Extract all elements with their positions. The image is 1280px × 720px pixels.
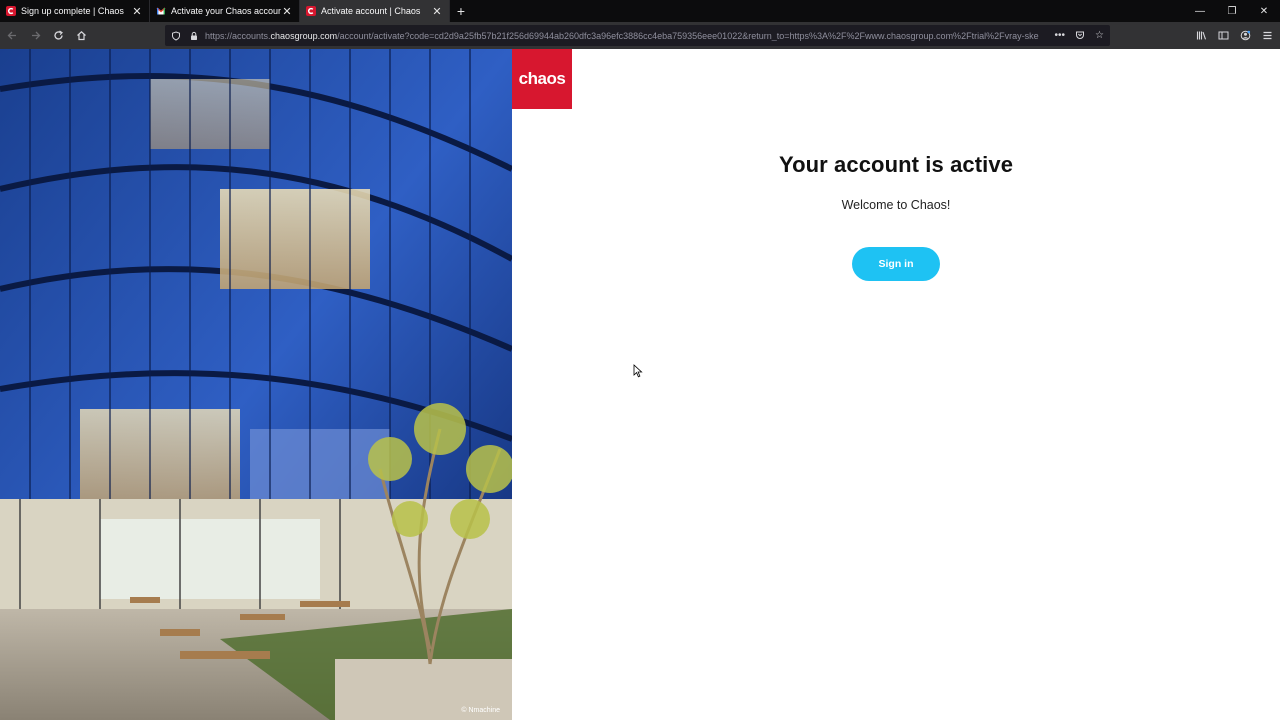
- new-tab-button[interactable]: +: [450, 0, 472, 22]
- chaos-favicon-icon: [6, 6, 16, 16]
- close-icon[interactable]: ✕: [131, 5, 143, 18]
- toolbar-right: [1192, 22, 1276, 49]
- reload-button[interactable]: [47, 25, 69, 47]
- arrow-right-icon: [31, 31, 40, 40]
- shield-icon[interactable]: [171, 30, 181, 41]
- account-button[interactable]: [1236, 27, 1254, 45]
- window-controls: — ❐ ✕: [1184, 0, 1280, 22]
- welcome-message: Welcome to Chaos!: [841, 198, 951, 212]
- home-button[interactable]: [70, 25, 92, 47]
- page-actions: ••• ☆: [1055, 30, 1104, 41]
- home-icon: [76, 30, 86, 41]
- browser-toolbar: https://accounts.chaosgroup.com/account/…: [0, 22, 1280, 49]
- library-icon: [1196, 31, 1206, 40]
- gmail-favicon-icon: [156, 7, 166, 15]
- building-illustration: [0, 49, 512, 720]
- activation-panel: Your account is active Welcome to Chaos!…: [512, 49, 1280, 720]
- sign-in-button[interactable]: Sign in: [852, 247, 940, 281]
- page-title: Your account is active: [778, 152, 1014, 177]
- lock-icon[interactable]: [189, 31, 199, 41]
- more-actions-icon[interactable]: •••: [1055, 30, 1066, 41]
- minimize-button[interactable]: —: [1184, 0, 1216, 22]
- account-icon: [1240, 30, 1250, 41]
- hamburger-menu-icon: [1263, 31, 1271, 40]
- tab-activate-email[interactable]: Activate your Chaos account ✕: [150, 0, 300, 22]
- url-path: /account/activate?code=cd2d9a25fb57b21f2…: [337, 30, 1039, 41]
- url-host: chaosgroup.com: [270, 30, 338, 41]
- tab-sign-up-complete[interactable]: Sign up complete | Chaos ✕: [0, 0, 150, 22]
- tab-title: Sign up complete | Chaos: [21, 6, 124, 16]
- url-bar[interactable]: https://accounts.chaosgroup.com/account/…: [165, 25, 1110, 46]
- url-prefix: https://accounts.: [205, 30, 271, 41]
- mouse-cursor-icon: [633, 364, 643, 378]
- tab-title: Activate your Chaos account: [171, 6, 281, 16]
- sidebar-button[interactable]: [1214, 27, 1232, 45]
- forward-button[interactable]: [24, 25, 46, 47]
- close-icon[interactable]: ✕: [431, 5, 443, 18]
- library-button[interactable]: [1192, 27, 1210, 45]
- restore-button[interactable]: ❐: [1216, 0, 1248, 22]
- url-text[interactable]: https://accounts.chaosgroup.com/account/…: [205, 31, 1055, 41]
- hero-image: © Nmachine: [0, 49, 512, 720]
- menu-button[interactable]: [1258, 27, 1276, 45]
- arrow-left-icon: [7, 31, 16, 40]
- sidebar-icon: [1218, 31, 1228, 40]
- image-credit: © Nmachine: [461, 707, 500, 714]
- tab-title: Activate account | Chaos: [321, 6, 421, 16]
- pocket-icon[interactable]: [1075, 30, 1085, 40]
- reload-icon: [53, 30, 63, 40]
- chaos-favicon-icon: [306, 6, 316, 16]
- back-button[interactable]: [1, 25, 23, 47]
- close-icon[interactable]: ✕: [281, 5, 293, 18]
- close-window-button[interactable]: ✕: [1248, 0, 1280, 22]
- star-icon[interactable]: ☆: [1095, 30, 1104, 41]
- tab-activate-account[interactable]: Activate account | Chaos ✕: [300, 0, 450, 22]
- tab-strip: Sign up complete | Chaos ✕ Activate your…: [0, 0, 1280, 22]
- page-viewport: © Nmachine chaos Your account is active …: [0, 49, 1280, 720]
